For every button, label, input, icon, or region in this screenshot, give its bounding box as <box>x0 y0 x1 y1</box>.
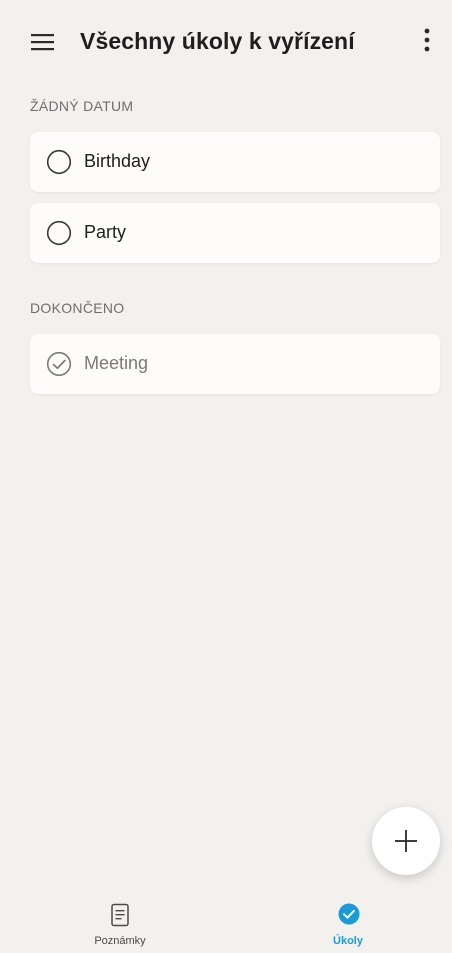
more-vertical-icon[interactable] <box>415 26 439 58</box>
unchecked-circle-icon[interactable] <box>46 149 72 175</box>
nav-label-notes: Poznámky <box>94 935 146 947</box>
task-item-completed[interactable]: Meeting <box>30 334 440 394</box>
unchecked-circle-icon[interactable] <box>46 220 72 246</box>
nav-label-tasks: Úkoly <box>333 935 363 947</box>
task-item[interactable]: Birthday <box>30 132 440 192</box>
note-icon <box>111 903 129 927</box>
task-title: Meeting <box>84 353 149 373</box>
section-header-completed: DOKONČENO <box>30 300 125 316</box>
app-bar: Všechny úkoly k vyřízení <box>0 0 452 80</box>
add-task-button[interactable] <box>372 807 440 875</box>
nav-tab-notes[interactable]: Poznámky <box>60 895 180 953</box>
page-title: Všechny úkoly k vyřízení <box>80 28 355 54</box>
section-header-no-date: ŽÁDNÝ DATUM <box>30 98 134 114</box>
task-item[interactable]: Party <box>30 203 440 263</box>
checked-circle-icon[interactable] <box>46 351 72 377</box>
check-circle-icon <box>338 903 360 925</box>
task-title: Birthday <box>84 151 151 171</box>
plus-icon <box>395 830 417 852</box>
bottom-navigation: Poznámky Úkoly <box>0 895 452 953</box>
nav-tab-tasks[interactable]: Úkoly <box>288 895 408 953</box>
task-title: Party <box>84 222 127 242</box>
hamburger-menu-icon[interactable] <box>22 26 62 58</box>
